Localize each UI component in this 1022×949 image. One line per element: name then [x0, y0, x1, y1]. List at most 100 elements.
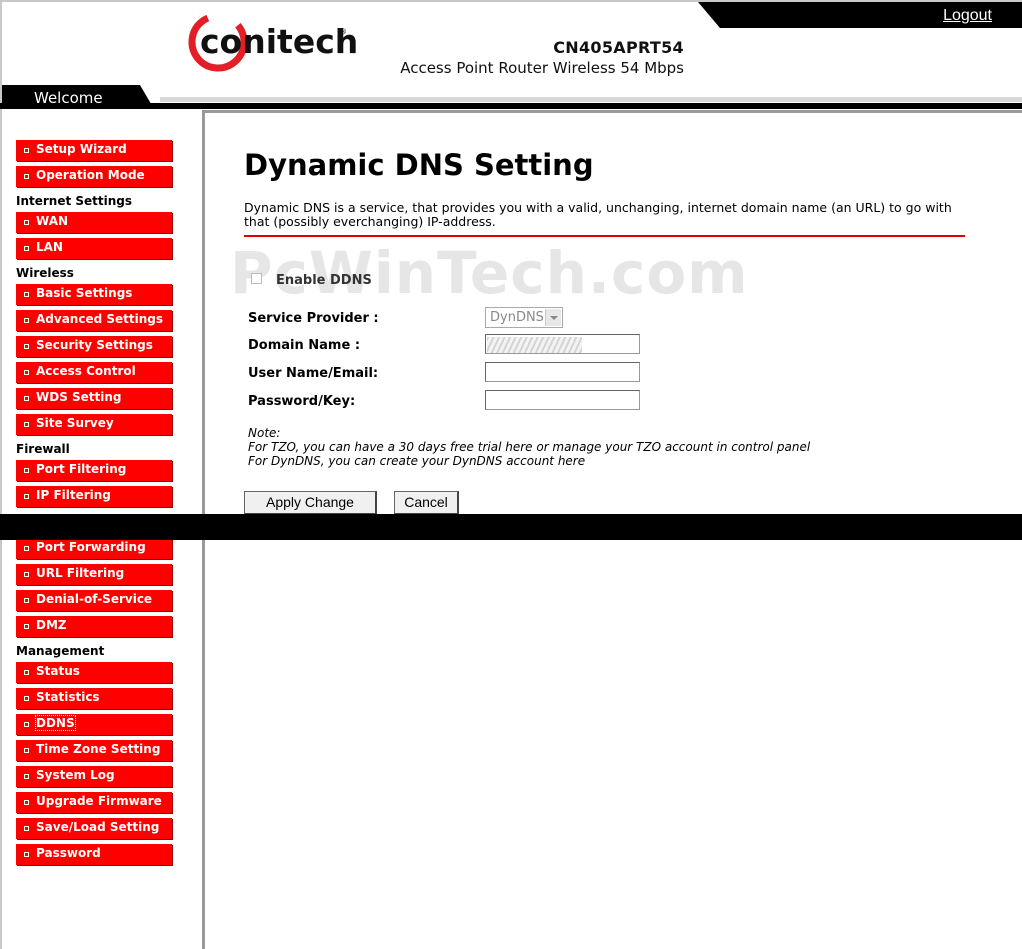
device-subtitle: Access Point Router Wireless 54 Mbps [400, 59, 684, 77]
model-name: CN405APRT54 [553, 38, 684, 57]
bullet-icon [24, 292, 29, 297]
menu-access-control[interactable]: Access Control [16, 362, 172, 383]
menu-denial-of-service[interactable]: Denial-of-Service [16, 590, 172, 611]
logout-bar: Logout [698, 2, 1022, 28]
enable-ddns-checkbox[interactable] [251, 273, 262, 284]
note-block: Note: For TZO, you can have a 30 days fr… [248, 426, 810, 468]
enable-ddns-label: Enable DDNS [276, 273, 372, 288]
password-label: Password/Key: [248, 394, 356, 409]
note-dyndns: For DynDNS, you can create your DynDNS a… [248, 454, 586, 468]
bullet-icon [24, 598, 29, 603]
bullet-icon [24, 422, 29, 427]
menu-label: Statistics [36, 690, 100, 704]
menu-label: WAN [36, 214, 69, 228]
menu-label: Denial-of-Service [36, 592, 153, 606]
note-title: Note: [248, 426, 281, 440]
logo-text: conitech [200, 22, 358, 61]
menu-label: Status [36, 664, 80, 678]
menu-label: Port Filtering [36, 462, 127, 476]
bullet-icon [24, 624, 29, 629]
menu-setup-wizard[interactable]: Setup Wizard [16, 140, 172, 161]
logout-link[interactable]: Logout [943, 7, 992, 25]
domain-name-label: Domain Name : [248, 338, 361, 353]
menu-label: Port Forwarding [36, 540, 146, 554]
service-provider-label: Service Provider : [248, 311, 379, 326]
menu-ip-filtering[interactable]: IP Filtering [16, 486, 172, 507]
header-grey-line [160, 97, 1022, 102]
bullet-icon [24, 370, 29, 375]
menu-site-survey[interactable]: Site Survey [16, 414, 172, 435]
menu-label: Upgrade Firmware [36, 794, 162, 808]
section-wireless: Wireless [16, 266, 74, 280]
service-provider-value: DynDNS [490, 310, 544, 325]
service-provider-select[interactable]: DynDNS [485, 307, 563, 328]
bullet-icon [24, 826, 29, 831]
bullet-icon [24, 148, 29, 153]
menu-ddns[interactable]: DDNS [16, 714, 172, 735]
bullet-icon [24, 494, 29, 499]
menu-time-zone-setting[interactable]: Time Zone Setting [16, 740, 172, 761]
bullet-icon [24, 396, 29, 401]
menu-label: Save/Load Setting [36, 820, 160, 834]
menu-label: IP Filtering [36, 488, 111, 502]
menu-label: System Log [36, 768, 115, 782]
page-description: Dynamic DNS is a service, that provides … [244, 200, 952, 229]
menu-label: DDNS [35, 715, 76, 731]
bullet-icon [24, 246, 29, 251]
menu-label: Time Zone Setting [36, 742, 161, 756]
bullet-icon [24, 174, 29, 179]
menu-advanced-settings[interactable]: Advanced Settings [16, 310, 172, 331]
menu-status[interactable]: Status [16, 662, 172, 683]
welcome-label: Welcome [34, 89, 103, 107]
conitech-logo: conitech ® [188, 12, 358, 72]
bullet-icon [24, 722, 29, 727]
menu-system-log[interactable]: System Log [16, 766, 172, 787]
menu-label: Access Control [36, 364, 136, 378]
welcome-bar: Welcome [0, 85, 1022, 109]
menu-save-load-setting[interactable]: Save/Load Setting [16, 818, 172, 839]
menu-lan[interactable]: LAN [16, 238, 172, 259]
bullet-icon [24, 852, 29, 857]
menu-dmz[interactable]: DMZ [16, 616, 172, 637]
bullet-icon [24, 696, 29, 701]
section-management: Management [16, 644, 105, 658]
bullet-icon [24, 800, 29, 805]
menu-wan[interactable]: WAN [16, 212, 172, 233]
menu-password[interactable]: Password [16, 844, 172, 865]
menu-port-forwarding[interactable]: Port Forwarding [16, 538, 172, 559]
menu-wds-setting[interactable]: WDS Setting [16, 388, 172, 409]
menu-label: Security Settings [36, 338, 153, 352]
menu-statistics[interactable]: Statistics [16, 688, 172, 709]
menu-port-filtering[interactable]: Port Filtering [16, 460, 172, 481]
bullet-icon [24, 546, 29, 551]
black-overlay-band [0, 514, 1022, 540]
page-title: Dynamic DNS Setting [244, 148, 594, 182]
bullet-icon [24, 774, 29, 779]
menu-url-filtering[interactable]: URL Filtering [16, 564, 172, 585]
bullet-icon [24, 670, 29, 675]
menu-basic-settings[interactable]: Basic Settings [16, 284, 172, 305]
menu-label: WDS Setting [36, 390, 122, 404]
menu-operation-mode[interactable]: Operation Mode [16, 166, 172, 187]
menu-label: Site Survey [36, 416, 114, 430]
menu-label: DMZ [36, 618, 67, 632]
bullet-icon [24, 748, 29, 753]
menu-label: Advanced Settings [36, 312, 164, 326]
menu-security-settings[interactable]: Security Settings [16, 336, 172, 357]
menu-upgrade-firmware[interactable]: Upgrade Firmware [16, 792, 172, 813]
note-tzo: For TZO, you can have a 30 days free tri… [248, 440, 811, 454]
svg-text:®: ® [340, 28, 347, 36]
menu-label: Setup Wizard [36, 142, 127, 156]
header: Logout conitech ® CN405APRT54 Access Poi… [0, 0, 1022, 949]
password-input[interactable] [485, 390, 640, 410]
menu-label: Password [36, 846, 101, 860]
divider [244, 235, 965, 237]
apply-change-button[interactable]: Apply Change [244, 491, 377, 515]
cancel-button[interactable]: Cancel [394, 491, 459, 515]
menu-label: LAN [36, 240, 63, 254]
bullet-icon [24, 468, 29, 473]
welcome-tab: Welcome [2, 85, 154, 109]
bullet-icon [24, 318, 29, 323]
user-name-input[interactable] [485, 362, 640, 382]
bullet-icon [24, 220, 29, 225]
